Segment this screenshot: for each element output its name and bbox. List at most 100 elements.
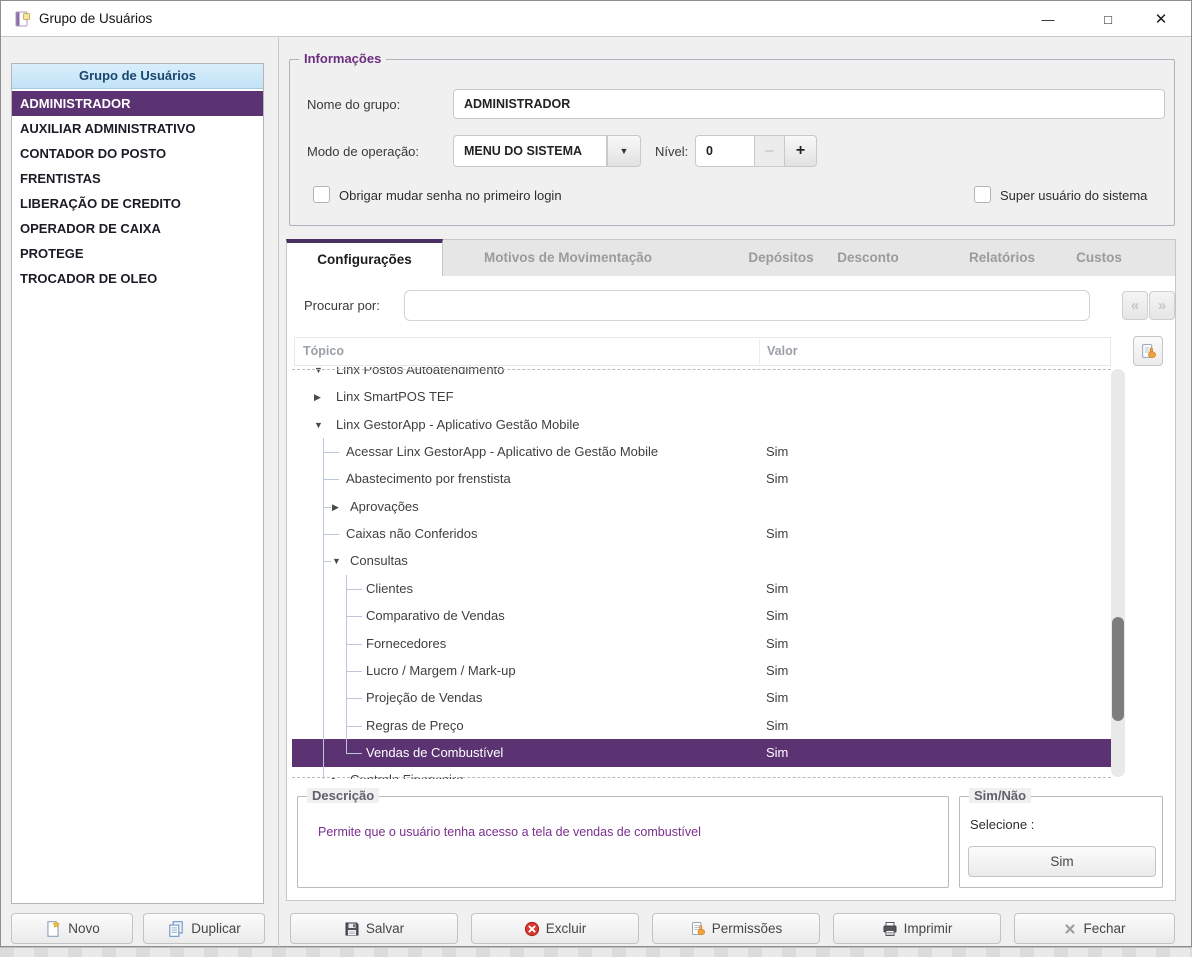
tree-connector	[323, 561, 331, 563]
tree-row[interactable]: ▶ Aprovações	[292, 493, 1111, 521]
tab-2[interactable]: Depósitos	[748, 240, 813, 276]
minimize-button[interactable]: —	[1027, 5, 1069, 33]
tree-row[interactable]: Regras de Preço Sim	[292, 712, 1111, 740]
tree-row-label: Lucro / Margem / Mark-up	[366, 662, 516, 678]
tree-row[interactable]: Comparativo de Vendas Sim	[292, 602, 1111, 630]
maximize-button[interactable]: □	[1087, 5, 1129, 33]
new-button[interactable]: Novo	[11, 913, 133, 944]
tree-row-label: Vendas de Combustível	[366, 744, 504, 760]
search-input[interactable]	[404, 290, 1090, 321]
tab-5[interactable]: Custos	[1076, 240, 1122, 276]
tree-scrollbar-thumb[interactable]	[1112, 617, 1124, 721]
tree-row-label: Linx GestorApp - Aplicativo Gestão Mobil…	[336, 416, 580, 432]
delete-button[interactable]: Excluir	[471, 913, 639, 944]
chevron-collapsed-icon[interactable]: ▶	[332, 493, 339, 521]
clipped-row-dash	[292, 369, 1111, 370]
permission-hand-button[interactable]	[1133, 336, 1163, 366]
tab-3[interactable]: Desconto	[837, 240, 899, 276]
tree-row-label: Linx SmartPOS TEF	[336, 389, 454, 405]
tree-row-label: Aprovações	[350, 498, 419, 514]
tree-row[interactable]: Fornecedores Sim	[292, 630, 1111, 658]
tree-row[interactable]: ▶ Linx SmartPOS TEF	[292, 383, 1111, 411]
tree-row[interactable]: Acessar Linx GestorApp - Aplicativo de G…	[292, 438, 1111, 466]
permissions-button[interactable]: Permissões	[652, 913, 820, 944]
tree-row[interactable]: Projeção de Vendas Sim	[292, 684, 1111, 712]
tree-row[interactable]: Caixas não Conferidos Sim	[292, 520, 1111, 548]
force-password-checkbox[interactable]	[313, 186, 330, 203]
group-list-header: Grupo de Usuários	[12, 64, 263, 89]
column-valor[interactable]: Valor	[767, 338, 798, 365]
yes-no-legend: Sim/Não	[969, 788, 1032, 803]
tab-configuracoes[interactable]: Configurações	[286, 239, 443, 277]
list-item-group[interactable]: PROTEGE	[12, 241, 263, 266]
duplicate-icon	[167, 920, 185, 938]
level-decrement-button[interactable]: –	[754, 135, 785, 167]
super-user-checkbox[interactable]	[974, 186, 991, 203]
print-button[interactable]: Imprimir	[833, 913, 1001, 944]
save-icon	[344, 921, 360, 937]
list-item-group[interactable]: CONTADOR DO POSTO	[12, 141, 263, 166]
operation-mode-label: Modo de operação:	[307, 144, 420, 159]
level-value-field[interactable]: 0	[695, 135, 755, 167]
tree-row[interactable]: Vendas de Combustível Sim	[292, 738, 1111, 767]
list-item-group[interactable]: OPERADOR DE CAIXA	[12, 216, 263, 241]
tab-4[interactable]: Relatórios	[969, 240, 1035, 276]
search-prev-button[interactable]: «	[1122, 291, 1148, 320]
tree-row-label: Acessar Linx GestorApp - Aplicativo de G…	[346, 444, 659, 460]
button-label: Fechar	[1083, 921, 1126, 936]
chevron-expanded-icon[interactable]: ▼	[314, 411, 323, 439]
list-item-group[interactable]: LIBERAÇÃO DE CREDITO	[12, 191, 263, 216]
chevrons-left-icon: «	[1130, 297, 1140, 314]
operation-mode-select[interactable]: MENU DO SISTEMA	[453, 135, 607, 167]
duplicate-button[interactable]: Duplicar	[143, 913, 265, 944]
tree-row-label: Fornecedores	[366, 635, 447, 651]
level-increment-button[interactable]: +	[784, 135, 817, 167]
chevron-collapsed-icon[interactable]: ▶	[314, 383, 321, 411]
tree-row-label: Consultas	[350, 553, 408, 569]
app-window: Grupo de Usuários — □ ✕ Grupo de Usuário…	[0, 0, 1192, 947]
tree-row-label: Caixas não Conferidos	[346, 526, 478, 542]
tree-row[interactable]: ▼ Linx GestorApp - Aplicativo Gestão Mobi…	[292, 411, 1111, 439]
close-window-button[interactable]: Fechar	[1014, 913, 1175, 944]
search-label: Procurar por:	[304, 298, 380, 313]
chevron-expanded-icon[interactable]: ▼	[332, 547, 341, 575]
force-password-label: Obrigar mudar senha no primeiro login	[339, 188, 562, 203]
list-item-group[interactable]: TROCADOR DE OLEO	[12, 266, 263, 291]
button-label: Permissões	[711, 921, 783, 936]
tree-row-value: Sim	[766, 444, 789, 460]
tree-connector	[323, 534, 339, 536]
save-button[interactable]: Salvar	[290, 913, 458, 944]
tree-connector	[323, 479, 339, 481]
tree-row[interactable]: ▼ Consultas	[292, 547, 1111, 575]
tree-row[interactable]: Lucro / Margem / Mark-up Sim	[292, 657, 1111, 685]
close-icon	[1063, 922, 1077, 936]
tree-connector	[323, 452, 339, 454]
group-name-input[interactable]	[453, 89, 1165, 119]
list-item-group[interactable]: AUXILIAR ADMINISTRATIVO	[12, 116, 263, 141]
search-next-button[interactable]: »	[1149, 291, 1175, 320]
description-text: Permite que o usuário tenha acesso a tel…	[318, 825, 701, 839]
tree-connector	[346, 643, 362, 645]
tree-row-value: Sim	[766, 635, 789, 651]
button-label: Novo	[68, 921, 100, 936]
tab-1[interactable]: Motivos de Movimentação	[484, 240, 652, 276]
panel-splitter[interactable]	[278, 38, 279, 947]
button-label: Excluir	[545, 921, 587, 936]
yes-no-toggle-button[interactable]: Sim	[968, 846, 1156, 877]
tree-row[interactable]: Clientes Sim	[292, 575, 1111, 603]
tree-row-value: Sim	[766, 580, 789, 596]
column-topico[interactable]: Tópico	[303, 338, 344, 365]
tree-row-label: Comparativo de Vendas	[366, 608, 505, 624]
tree-scrollbar[interactable]	[1111, 369, 1125, 777]
operation-mode-dropdown-button[interactable]: ▼	[607, 135, 641, 167]
hand-permission-icon	[1140, 343, 1157, 360]
list-item-group[interactable]: ADMINISTRADOR	[12, 91, 263, 116]
tree-row[interactable]: Abastecimento por frenstista Sim	[292, 465, 1111, 493]
list-item-group[interactable]: FRENTISTAS	[12, 166, 263, 191]
tree-row-value: Sim	[766, 471, 789, 487]
tree-connector	[323, 506, 331, 508]
tree-connector	[346, 752, 362, 754]
group-name-label: Nome do grupo:	[307, 97, 401, 112]
close-button[interactable]: ✕	[1140, 5, 1182, 33]
column-separator	[759, 340, 760, 364]
